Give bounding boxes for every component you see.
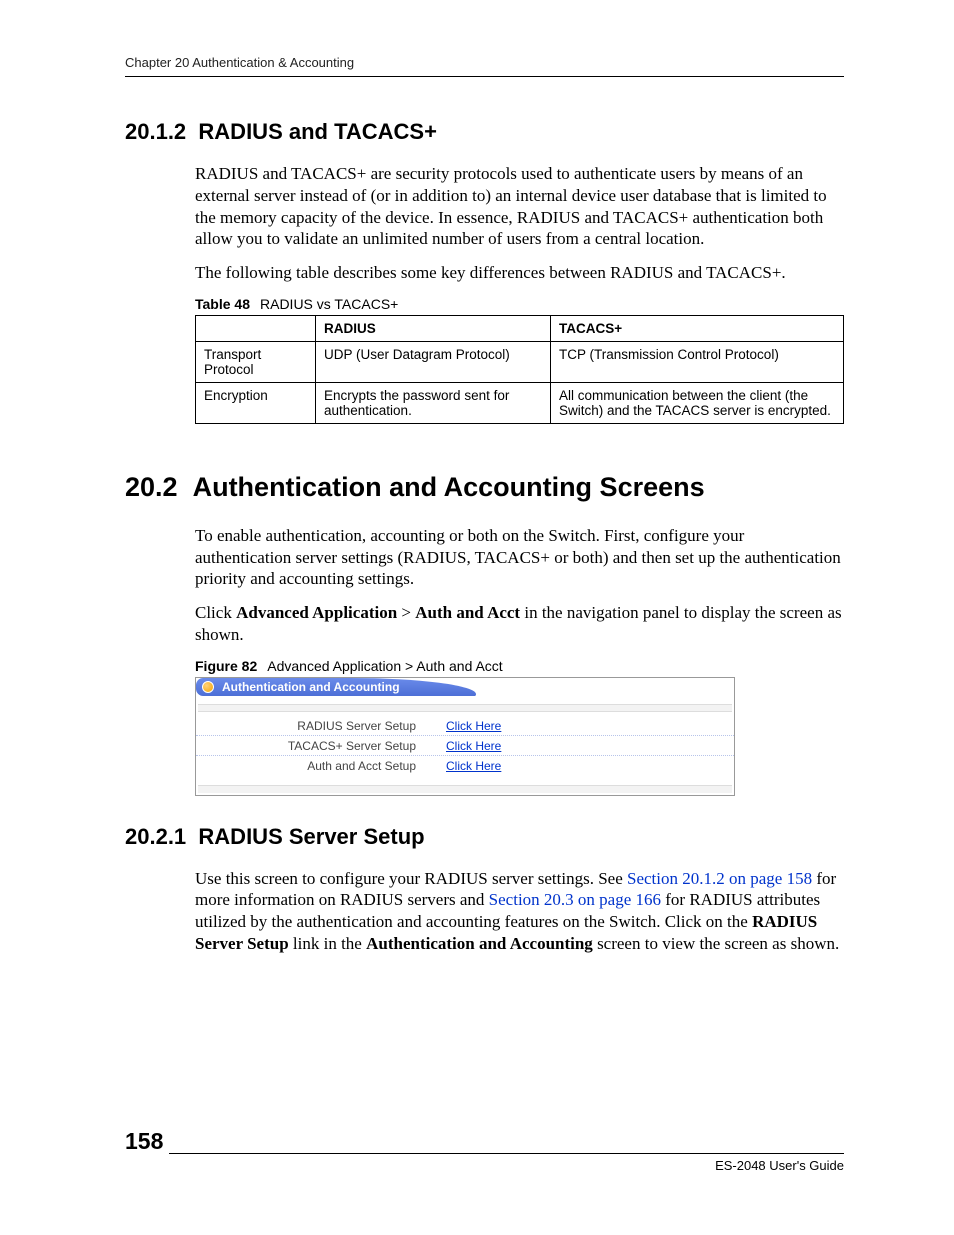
ui-path-bold: Advanced Application: [236, 603, 397, 622]
paragraph: The following table describes some key d…: [195, 262, 844, 284]
screenshot-row-label: Auth and Acct Setup: [206, 759, 446, 773]
paragraph: RADIUS and TACACS+ are security protocol…: [195, 163, 844, 250]
table-header-row: RADIUS TACACS+: [196, 315, 844, 341]
caption-label: Table 48: [195, 296, 250, 312]
screenshot-row: Auth and Acct Setup Click Here: [196, 756, 734, 775]
section-number: 20.1.2: [125, 119, 186, 144]
screenshot-row-label: RADIUS Server Setup: [206, 719, 446, 733]
screenshot-title: Authentication and Accounting: [222, 680, 400, 694]
section-20-1-2-heading: 20.1.2 RADIUS and TACACS+: [125, 119, 844, 145]
table-cell: UDP (User Datagram Protocol): [316, 341, 551, 382]
page-footer: 158 ES-2048 User's Guide: [125, 1153, 844, 1185]
click-here-link[interactable]: Click Here: [446, 759, 501, 773]
paragraph: Click Advanced Application > Auth and Ac…: [195, 602, 844, 646]
table-cell: Encryption: [196, 382, 316, 423]
running-header: Chapter 20 Authentication & Accounting: [125, 55, 844, 77]
tab-dot-icon: [202, 681, 214, 693]
table-header-cell: [196, 315, 316, 341]
paragraph: To enable authentication, accounting or …: [195, 525, 844, 590]
section-number: 20.2: [125, 472, 178, 502]
table-cell: Encrypts the password sent for authentic…: [316, 382, 551, 423]
click-here-link[interactable]: Click Here: [446, 719, 501, 733]
screenshot-row-label: TACACS+ Server Setup: [206, 739, 446, 753]
section-title: RADIUS and TACACS+: [198, 119, 437, 144]
section-number: 20.2.1: [125, 824, 186, 849]
figure-caption: Figure 82 Advanced Application > Auth and…: [195, 658, 844, 674]
table-cell: All communication between the client (th…: [551, 382, 844, 423]
table-header-cell: TACACS+: [551, 315, 844, 341]
table-caption: Table 48 RADIUS vs TACACS+: [195, 296, 844, 312]
screenshot-row: RADIUS Server Setup Click Here: [196, 716, 734, 736]
table-row: Transport Protocol UDP (User Datagram Pr…: [196, 341, 844, 382]
section-title: RADIUS Server Setup: [198, 824, 424, 849]
caption-text: Advanced Application > Auth and Acct: [267, 658, 502, 674]
table-row: Encryption Encrypts the password sent fo…: [196, 382, 844, 423]
click-here-link[interactable]: Click Here: [446, 739, 501, 753]
section-title: Authentication and Accounting Screens: [193, 472, 705, 502]
table-header-cell: RADIUS: [316, 315, 551, 341]
caption-label: Figure 82: [195, 658, 257, 674]
caption-text: RADIUS vs TACACS+: [260, 296, 398, 312]
ui-path-bold: Auth and Acct: [415, 603, 520, 622]
section-20-2-1-heading: 20.2.1 RADIUS Server Setup: [125, 824, 844, 850]
screenshot-titlebar: Authentication and Accounting: [196, 678, 734, 696]
section-20-2-heading: 20.2 Authentication and Accounting Scree…: [125, 472, 844, 503]
text: >: [397, 603, 415, 622]
guide-title: ES-2048 User's Guide: [715, 1158, 844, 1173]
screenshot-auth-and-acct: Authentication and Accounting RADIUS Ser…: [195, 677, 735, 796]
text: Use this screen to configure your RADIUS…: [195, 869, 627, 888]
screenshot-row: TACACS+ Server Setup Click Here: [196, 736, 734, 756]
text: Click: [195, 603, 236, 622]
table-cell: Transport Protocol: [196, 341, 316, 382]
spacer-bar: [198, 704, 732, 712]
text: link in the: [289, 934, 366, 953]
cross-ref-link[interactable]: Section 20.1.2 on page 158: [627, 869, 812, 888]
page-number: 158: [125, 1128, 169, 1155]
text: screen to view the screen as shown.: [593, 934, 839, 953]
cross-ref-link[interactable]: Section 20.3 on page 166: [489, 890, 661, 909]
spacer-bar: [198, 785, 732, 793]
table-cell: TCP (Transmission Control Protocol): [551, 341, 844, 382]
paragraph: Use this screen to configure your RADIUS…: [195, 868, 844, 955]
screenshot-tab: Authentication and Accounting: [196, 678, 476, 696]
bold-term: Authentication and Accounting: [366, 934, 593, 953]
table-radius-vs-tacacs: RADIUS TACACS+ Transport Protocol UDP (U…: [195, 315, 844, 424]
